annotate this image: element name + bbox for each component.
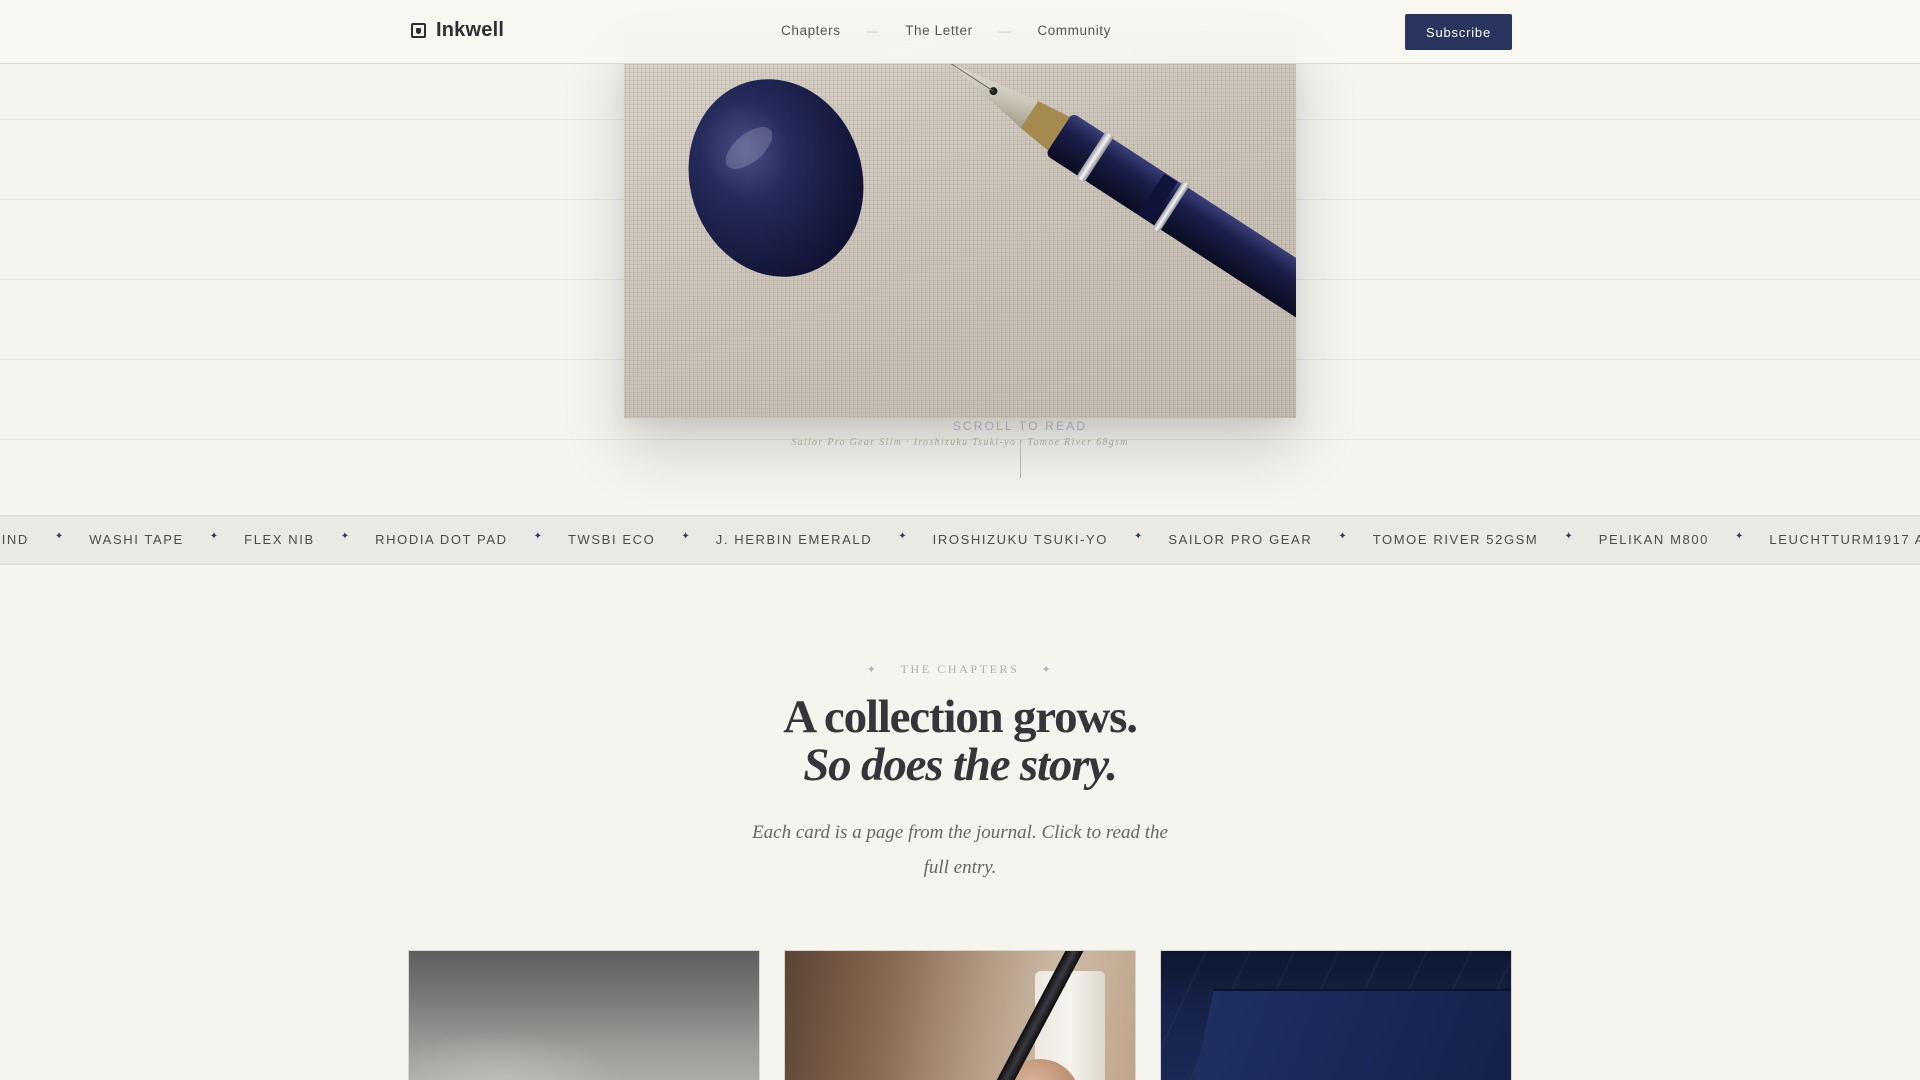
star-icon: ✦ xyxy=(1564,531,1573,542)
inkwell-icon xyxy=(411,23,426,38)
logo-text: Inkwell xyxy=(436,19,505,41)
ticker-item: TOMOE RIVER 52GSM xyxy=(1372,532,1539,547)
chapter-card[interactable] xyxy=(408,950,760,1080)
section-intro: Each card is a page from the journal. Cl… xyxy=(752,822,1168,878)
star-icon: ✦ xyxy=(898,531,907,542)
headline-line-2: So does the story. xyxy=(803,739,1118,791)
section-eyebrow: ✦ THE CHAPTERS ✦ xyxy=(867,662,1054,677)
star-icon: ✦ xyxy=(866,664,879,676)
main-nav: Chapters — The Letter — Community xyxy=(781,23,1111,38)
ticker-item: PELIKAN M800 xyxy=(1598,532,1709,547)
eyebrow-label: THE CHAPTERS xyxy=(900,662,1020,676)
ticker-item: WASHI TAPE xyxy=(89,532,184,547)
ticker-item: IROSHIZUKU TSUKI-YO xyxy=(932,532,1108,547)
nav-community[interactable]: Community xyxy=(1037,23,1111,38)
chapter-card[interactable] xyxy=(1160,950,1512,1080)
ticker-item: LEUCHTTURM1917 A5 xyxy=(1769,532,1920,547)
ticker-item: FLEX NIB xyxy=(244,532,315,547)
nav-separator: — xyxy=(866,23,880,38)
section-headline: A collection grows. So does the story. xyxy=(0,693,1920,789)
star-icon: ✦ xyxy=(1338,531,1347,542)
site-logo[interactable]: Inkwell xyxy=(411,19,504,42)
ticker-item: SAILOR PRO GEAR xyxy=(1168,532,1313,547)
nav-chapters[interactable]: Chapters xyxy=(781,23,841,38)
star-icon: ✦ xyxy=(533,531,542,542)
star-icon: ✦ xyxy=(340,531,350,542)
ticker-item: RHODIA DOT PAD xyxy=(375,532,508,547)
ticker-item: J. HERBIN EMERALD xyxy=(715,532,873,547)
chapter-card[interactable] xyxy=(784,950,1136,1080)
ticker-item: TWSBI ECO xyxy=(568,532,656,547)
hero-image xyxy=(624,30,1296,418)
star-icon: ✦ xyxy=(209,531,219,542)
scroll-hint[interactable]: SCROLL TO READ xyxy=(953,419,1088,433)
scroll-indicator-line xyxy=(1020,440,1021,478)
nav-separator: — xyxy=(998,23,1012,38)
star-icon: ✦ xyxy=(1735,531,1744,542)
star-icon: ✦ xyxy=(54,531,64,542)
star-icon: ✦ xyxy=(1134,531,1143,542)
star-icon: ✦ xyxy=(1041,664,1054,676)
ticker-item: GRIND xyxy=(0,532,29,547)
subscribe-button[interactable]: Subscribe xyxy=(1405,14,1512,50)
product-ticker: GRIND ✦ WASHI TAPE ✦ FLEX NIB ✦ RHODIA D… xyxy=(0,515,1920,565)
nav-the-letter[interactable]: The Letter xyxy=(905,23,973,38)
ticker-track: GRIND ✦ WASHI TAPE ✦ FLEX NIB ✦ RHODIA D… xyxy=(0,531,1920,547)
site-header: Inkwell Chapters — The Letter — Communit… xyxy=(0,0,1920,64)
hero-caption: Sailor Pro Gear Slim · Iroshizuku Tsuki-… xyxy=(791,437,1129,448)
chapter-cards xyxy=(408,950,1512,1080)
headline-line-1: A collection grows. xyxy=(783,691,1138,743)
star-icon: ✦ xyxy=(681,531,690,542)
